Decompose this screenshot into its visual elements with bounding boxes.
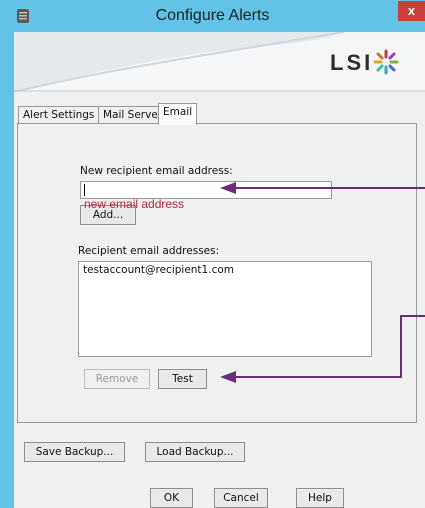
arrowhead-input-icon — [220, 182, 236, 194]
arrow-to-test — [232, 315, 425, 378]
tab-email-label: Email — [163, 106, 193, 118]
tab-email[interactable]: Email — [158, 103, 198, 125]
configure-alerts-window: Configure Alerts x LSI Alert Settings Ma… — [0, 0, 425, 508]
arrowhead-test-icon — [220, 371, 236, 383]
annotation-arrows — [220, 182, 425, 383]
